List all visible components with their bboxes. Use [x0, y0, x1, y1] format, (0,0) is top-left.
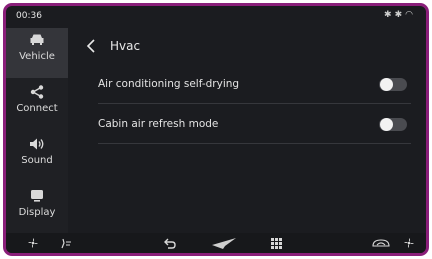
status-icons: ✱✱◠	[384, 10, 416, 20]
page-title: Hvac	[110, 39, 141, 53]
fan-icon[interactable]	[26, 236, 40, 250]
bluetooth-icon: ✱	[394, 10, 406, 20]
bluetooth-icon: ✱	[384, 10, 395, 20]
apps-grid-icon[interactable]	[269, 236, 283, 250]
setting-label: Cabin air refresh mode	[98, 118, 219, 130]
sidebar-item-label: Display	[18, 207, 56, 218]
wifi-icon: ◠	[405, 10, 416, 20]
chevron-left-icon[interactable]	[84, 38, 100, 54]
hvac-settings-panel: Hvac Air conditioning self-drying Cabin …	[68, 28, 426, 240]
back-icon[interactable]	[162, 236, 178, 250]
display-icon	[31, 190, 43, 202]
setting-row-ac-self-drying[interactable]: Air conditioning self-drying	[98, 64, 411, 104]
navigation-icon[interactable]	[210, 236, 238, 250]
sidebar-item-display[interactable]: Display	[6, 184, 68, 234]
setting-row-cabin-air-refresh[interactable]: Cabin air refresh mode	[98, 104, 411, 144]
toggle-knob	[380, 78, 393, 91]
speaker-icon	[30, 138, 44, 150]
cabin-air-refresh-toggle[interactable]	[379, 118, 407, 131]
share-icon	[30, 85, 44, 99]
page-header: Hvac	[84, 38, 140, 54]
climate-bottom-bar	[6, 233, 426, 253]
seat-airflow-icon[interactable]	[58, 236, 74, 250]
sidebar-item-connect[interactable]: Connect	[6, 80, 68, 130]
sidebar-item-label: Sound	[21, 155, 53, 166]
sidebar-item-sound[interactable]: Sound	[6, 132, 68, 182]
car-icon	[30, 34, 44, 45]
sidebar-item-vehicle[interactable]: Vehicle	[6, 28, 68, 78]
sidebar-item-label: Vehicle	[19, 51, 55, 62]
status-bar: 00:36 ✱✱◠	[6, 6, 426, 28]
toggle-knob	[380, 118, 393, 131]
setting-label: Air conditioning self-drying	[98, 78, 240, 90]
sidebar: Vehicle Connect Sound Display	[6, 28, 68, 240]
recirculation-icon[interactable]	[370, 236, 392, 250]
fan-icon[interactable]	[402, 236, 416, 250]
sidebar-item-label: Connect	[16, 103, 58, 114]
ac-self-drying-toggle[interactable]	[379, 78, 407, 91]
status-time: 00:36	[16, 11, 42, 21]
screen-frame: 00:36 ✱✱◠ Vehicle Connect Sound Display …	[3, 3, 429, 256]
